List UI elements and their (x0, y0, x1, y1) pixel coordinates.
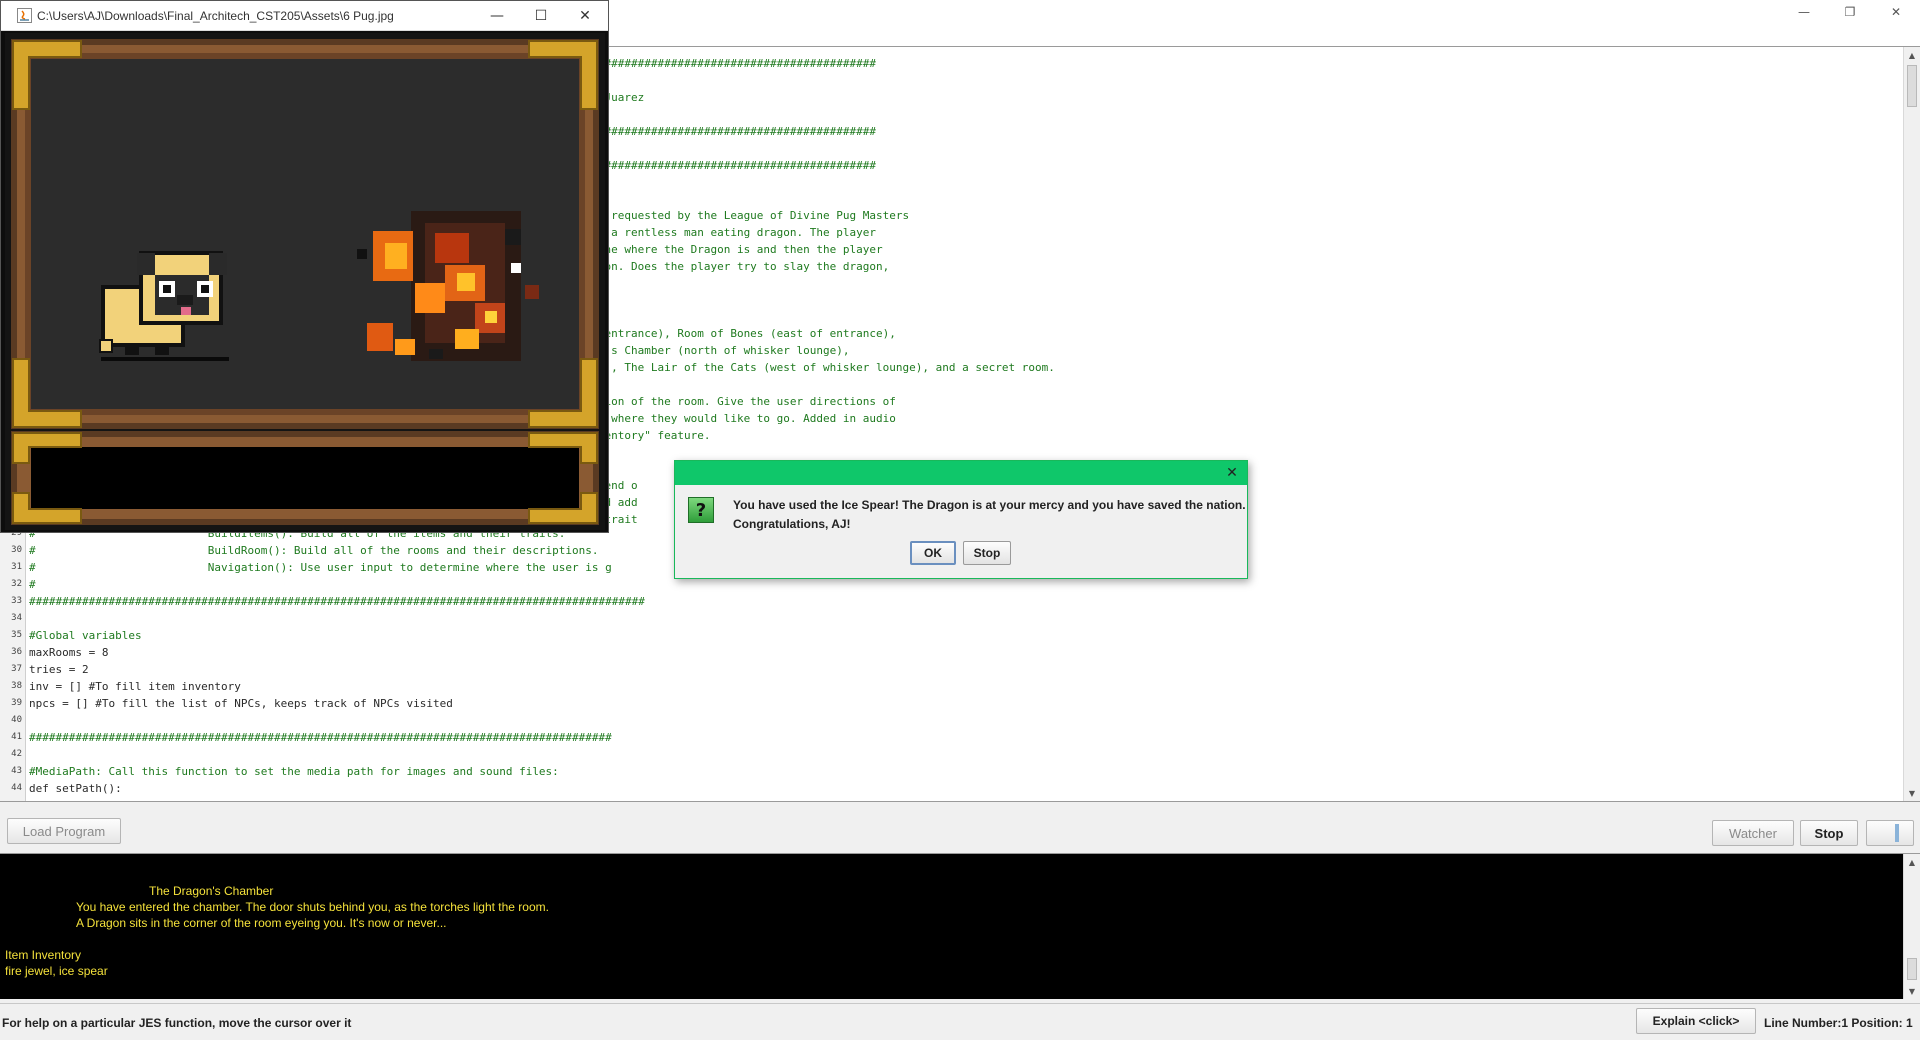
scroll-down-icon[interactable]: ▼ (1904, 785, 1920, 801)
console-scroll-thumb[interactable] (1907, 958, 1917, 980)
split-icon (1895, 824, 1899, 842)
java-icon (17, 8, 32, 23)
line-number: 40 (11, 715, 22, 725)
code-line: unge), The Lair of the Cats (west of whi… (578, 361, 1055, 374)
dialog-stop-button[interactable]: Stop (963, 541, 1011, 565)
code-line: #Global variables (29, 629, 142, 642)
split-toggle-button[interactable] (1866, 820, 1914, 846)
game-text-box (31, 447, 579, 509)
restore-icon[interactable]: ❐ (1827, 0, 1873, 24)
code-line: ription of the room. Give the user direc… (578, 395, 896, 408)
stop-button[interactable]: Stop (1800, 820, 1858, 846)
line-number: 33 (11, 596, 22, 606)
ok-button[interactable]: OK (910, 541, 956, 565)
close-icon[interactable]: ✕ (1873, 0, 1919, 24)
command-console[interactable]: The Dragon's Chamber You have entered th… (0, 853, 1920, 999)
console-inventory-label: Item Inventory (5, 948, 82, 962)
console-inventory-items: fire jewel, ice spear (5, 964, 108, 978)
editor-scroll-thumb[interactable] (1907, 65, 1917, 107)
code-line: #MediaPath: Call this function to set th… (29, 765, 559, 778)
dialog-message: Congratulations, AJ! (733, 517, 851, 531)
line-number: 37 (11, 664, 22, 674)
code-line: d by a rentless man eating dragon. The p… (578, 226, 877, 239)
line-number: 41 (11, 732, 22, 742)
console-line: A Dragon sits in the corner of the room … (76, 916, 447, 930)
code-line: ########################################… (29, 595, 645, 608)
minimize-icon[interactable]: — (477, 4, 517, 28)
code-line: def setPath(): (29, 782, 122, 795)
dialog-titlebar: ✕ (675, 461, 1247, 485)
question-icon: ? (688, 497, 714, 523)
code-line: dragon. Does the player try to slay the … (578, 260, 890, 273)
picture-title: C:\Users\AJ\Downloads\Final_Architech_CS… (37, 9, 394, 23)
code-line: inv = [] #To fill item inventory (29, 680, 241, 693)
scroll-down-icon[interactable]: ▼ (1904, 983, 1920, 999)
minimize-icon[interactable]: — (1781, 0, 1827, 24)
code-line: of entrance), Room of Bones (east of ent… (578, 327, 896, 340)
line-number: 35 (11, 630, 22, 640)
code-line: maxRooms = 8 (29, 646, 109, 659)
code-line: ########################################… (578, 125, 877, 138)
scroll-up-icon[interactable]: ▲ (1904, 47, 1920, 63)
editor-scrollbar[interactable]: ▲ ▼ (1903, 47, 1920, 801)
line-number: 36 (11, 647, 22, 657)
line-number: 38 (11, 681, 22, 691)
line-number: 32 (11, 579, 22, 589)
console-scrollbar[interactable]: ▲ ▼ (1903, 854, 1920, 999)
line-number: 30 (11, 545, 22, 555)
console-room-title: The Dragon's Chamber (149, 884, 274, 898)
close-icon[interactable]: ✕ (1223, 464, 1241, 482)
load-program-button[interactable]: Load Program (7, 818, 121, 844)
game-picture (5, 33, 605, 530)
code-line: # BuildRoom(): Build all of the rooms an… (29, 544, 599, 557)
line-number: 43 (11, 766, 22, 776)
line-number: 42 (11, 749, 22, 759)
code-line: ermine where the Dragon is and then the … (578, 243, 883, 256)
help-text: For help on a particular JES function, m… (2, 1016, 352, 1030)
line-number: 39 (11, 698, 22, 708)
line-number: 34 (11, 613, 22, 623)
code-line: been requested by the League of Divine P… (578, 209, 910, 222)
picture-window: C:\Users\AJ\Downloads\Final_Architech_CS… (0, 0, 609, 533)
cursor-position: Line Number:1 Position: 1 (1764, 1016, 1913, 1030)
status-bar: For help on a particular JES function, m… (0, 1003, 1920, 1040)
picture-titlebar: C:\Users\AJ\Downloads\Final_Architech_CS… (1, 1, 608, 31)
message-dialog: ✕ ? You have used the Ice Spear! The Dra… (674, 460, 1248, 579)
code-line: npcs = [] #To fill the list of NPCs, kee… (29, 697, 453, 710)
code-line: agon's Chamber (north of whisker lounge)… (578, 344, 850, 357)
code-line: ########################################… (578, 159, 877, 172)
line-number: 44 (11, 783, 22, 793)
code-line: ########################################… (578, 57, 877, 70)
close-icon[interactable]: ✕ (565, 4, 605, 28)
code-line: ########################################… (29, 731, 612, 744)
jes-toolbar: Load Program Watcher Stop (0, 810, 1920, 846)
maximize-icon[interactable]: ☐ (521, 4, 561, 28)
scroll-up-icon[interactable]: ▲ (1904, 854, 1920, 870)
code-line: tries = 2 (29, 663, 89, 676)
console-line: You have entered the chamber. The door s… (76, 900, 549, 914)
dialog-message: You have used the Ice Spear! The Dragon … (733, 498, 1246, 512)
code-line: # Navigation(): Use user input to determ… (29, 561, 612, 574)
line-number: 31 (11, 562, 22, 572)
explain-button[interactable]: Explain <click> (1636, 1008, 1756, 1034)
code-line: # (29, 578, 36, 591)
code-line: user where they would like to go. Added … (578, 412, 896, 425)
game-scene (5, 33, 605, 530)
watcher-button[interactable]: Watcher (1712, 820, 1794, 846)
